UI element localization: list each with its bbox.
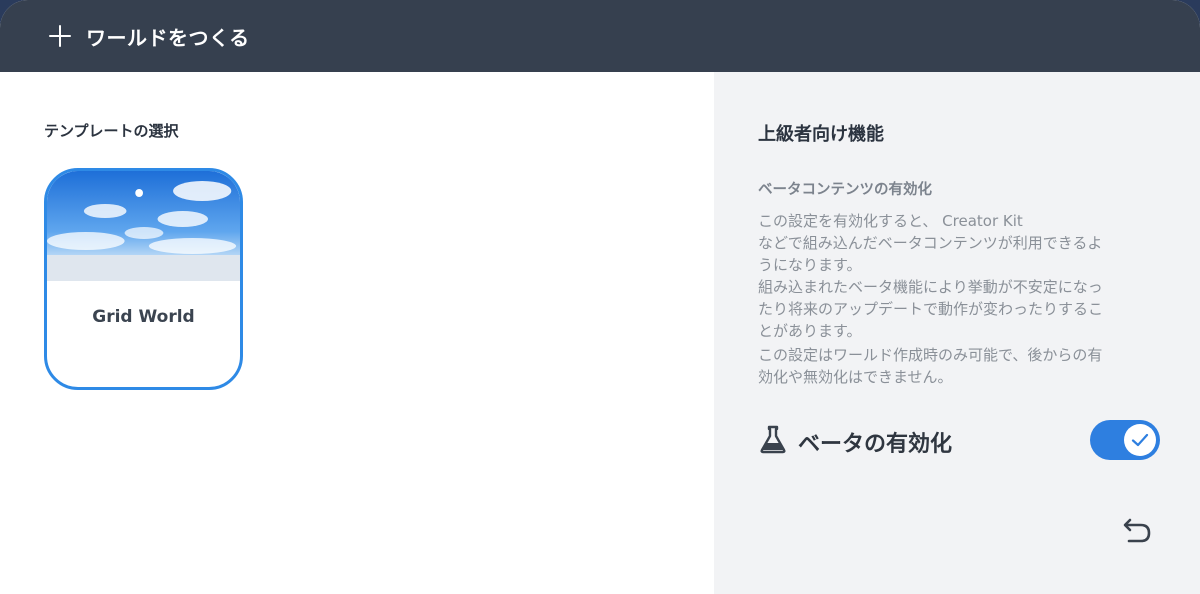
desc-line: とがあります。 (758, 322, 862, 340)
template-thumbnail (47, 171, 240, 281)
advanced-settings-pane: 上級者向け機能 ベータコンテンツの有効化 この設定を有効化すると、 Creato… (714, 72, 1200, 594)
dialog-title: ワールドをつくる (86, 25, 250, 50)
desc-line: この設定を有効化すると、 Creator Kit (758, 212, 1023, 230)
plus-icon (48, 24, 72, 48)
beta-toggle-label: ベータの有効化 (798, 432, 953, 457)
template-section-label: テンプレートの選択 (44, 122, 179, 140)
beta-toggle-switch[interactable] (1090, 420, 1160, 460)
desc-line: 組み込まれたベータ機能により挙動が不安定になっ (758, 278, 1103, 296)
template-card-grid-world[interactable]: Grid World (44, 168, 243, 390)
template-pane: テンプレートの選択 Grid World (0, 72, 714, 594)
check-icon (1131, 433, 1149, 447)
desc-line: うになります。 (758, 256, 862, 274)
beta-description-3: この設定はワールド作成時のみ可能で、後からの有 効化や無効化はできません。 (758, 344, 1168, 388)
template-name: Grid World (92, 307, 195, 327)
desc-line: この設定はワールド作成時のみ可能で、後からの有 (758, 346, 1103, 364)
beta-description-1: この設定を有効化すると、 Creator Kit などで組み込んだベータコンテン… (758, 210, 1168, 276)
dialog-header: ワールドをつくる (0, 0, 1200, 72)
advanced-features-title: 上級者向け機能 (758, 124, 884, 145)
back-icon[interactable] (1120, 512, 1156, 548)
desc-line: などで組み込んだベータコンテンツが利用できるよ (758, 234, 1103, 252)
create-world-dialog: ワールドをつくる テンプレートの選択 Grid World 上級者向け機能 ベー… (0, 0, 1200, 594)
desc-line: 効化や無効化はできません。 (758, 368, 953, 386)
toggle-knob (1124, 424, 1156, 456)
beta-content-heading: ベータコンテンツの有効化 (758, 182, 932, 198)
flask-icon (760, 425, 786, 454)
beta-description-2: 組み込まれたベータ機能により挙動が不安定になっ たり将来のアップデートで動作が変… (758, 276, 1168, 342)
desc-line: たり将来のアップデートで動作が変わったりするこ (758, 300, 1104, 318)
